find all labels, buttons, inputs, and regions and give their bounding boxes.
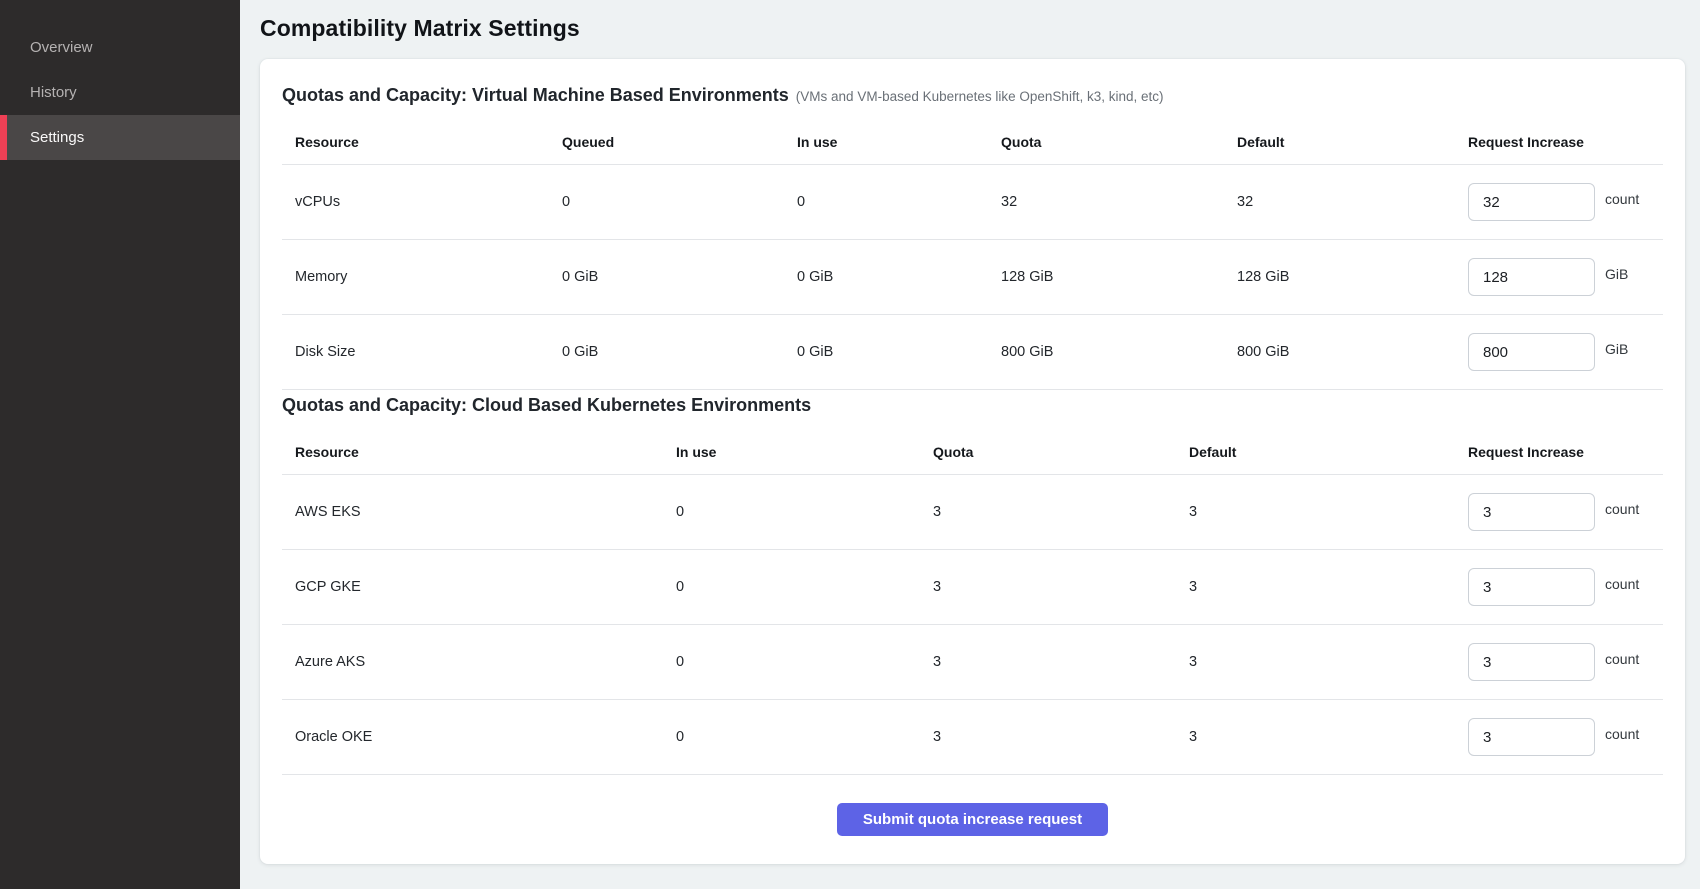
request-increase-cell: count	[1468, 183, 1663, 221]
main-content: Compatibility Matrix Settings Quotas and…	[240, 0, 1700, 889]
quota-value: 32	[1001, 194, 1237, 210]
sidebar-item-label: History	[30, 84, 77, 101]
table-row-aws-eks: AWS EKS 0 3 3 count	[282, 475, 1663, 550]
page-title: Compatibility Matrix Settings	[260, 15, 1685, 42]
column-header-in-use: In use	[676, 444, 933, 460]
default-value: 32	[1237, 194, 1468, 210]
request-increase-cell: count	[1468, 643, 1663, 681]
in-use-value: 0 GiB	[797, 344, 1001, 360]
unit-label: count	[1605, 191, 1639, 207]
column-header-queued: Queued	[562, 134, 797, 150]
default-value: 3	[1189, 504, 1468, 520]
unit-label: count	[1605, 651, 1639, 667]
resource-name: GCP GKE	[282, 579, 676, 595]
resource-name: Memory	[282, 269, 562, 285]
azure-aks-request-input[interactable]	[1468, 643, 1595, 681]
vm-section-subtitle: (VMs and VM-based Kubernetes like OpenSh…	[796, 89, 1164, 104]
submit-quota-increase-button[interactable]: Submit quota increase request	[837, 803, 1108, 836]
vm-quotas-section: Quotas and Capacity: Virtual Machine Bas…	[282, 80, 1663, 390]
quota-value: 3	[933, 729, 1189, 745]
queued-value: 0	[562, 194, 797, 210]
request-increase-cell: count	[1468, 718, 1663, 756]
column-header-quota: Quota	[933, 444, 1189, 460]
default-value: 3	[1189, 729, 1468, 745]
quota-value: 800 GiB	[1001, 344, 1237, 360]
queued-value: 0 GiB	[562, 269, 797, 285]
column-header-request-increase: Request Increase	[1468, 444, 1663, 460]
table-row-gcp-gke: GCP GKE 0 3 3 count	[282, 550, 1663, 625]
request-increase-cell: count	[1468, 493, 1663, 531]
table-row-disk-size: Disk Size 0 GiB 0 GiB 800 GiB 800 GiB Gi…	[282, 315, 1663, 390]
unit-label: count	[1605, 576, 1639, 592]
vm-table-header: Resource Queued In use Quota Default Req…	[282, 119, 1663, 165]
request-increase-cell: GiB	[1468, 258, 1663, 296]
unit-label: count	[1605, 726, 1639, 742]
aws-eks-request-input[interactable]	[1468, 493, 1595, 531]
in-use-value: 0 GiB	[797, 269, 1001, 285]
cloud-quotas-section: Quotas and Capacity: Cloud Based Kuberne…	[282, 390, 1663, 775]
sidebar: Overview History Settings	[0, 0, 240, 889]
in-use-value: 0	[797, 194, 1001, 210]
table-row-vcpus: vCPUs 0 0 32 32 count	[282, 165, 1663, 240]
in-use-value: 0	[676, 654, 933, 670]
resource-name: Azure AKS	[282, 654, 676, 670]
active-accent-bar	[0, 115, 7, 160]
memory-request-input[interactable]	[1468, 258, 1595, 296]
in-use-value: 0	[676, 504, 933, 520]
table-row-memory: Memory 0 GiB 0 GiB 128 GiB 128 GiB GiB	[282, 240, 1663, 315]
sidebar-item-overview[interactable]: Overview	[0, 25, 240, 70]
sidebar-item-history[interactable]: History	[0, 70, 240, 115]
table-row-azure-aks: Azure AKS 0 3 3 count	[282, 625, 1663, 700]
queued-value: 0 GiB	[562, 344, 797, 360]
cloud-section-heading: Quotas and Capacity: Cloud Based Kuberne…	[282, 390, 1663, 418]
vcpus-request-input[interactable]	[1468, 183, 1595, 221]
quota-value: 3	[933, 579, 1189, 595]
default-value: 3	[1189, 579, 1468, 595]
default-value: 800 GiB	[1237, 344, 1468, 360]
column-header-default: Default	[1189, 444, 1468, 460]
settings-card: Quotas and Capacity: Virtual Machine Bas…	[260, 59, 1685, 864]
quota-value: 3	[933, 504, 1189, 520]
column-header-quota: Quota	[1001, 134, 1237, 150]
vm-section-title: Quotas and Capacity: Virtual Machine Bas…	[282, 85, 789, 105]
gcp-gke-request-input[interactable]	[1468, 568, 1595, 606]
resource-name: Disk Size	[282, 344, 562, 360]
sidebar-item-settings[interactable]: Settings	[0, 115, 240, 160]
oracle-oke-request-input[interactable]	[1468, 718, 1595, 756]
in-use-value: 0	[676, 579, 933, 595]
cloud-section-title: Quotas and Capacity: Cloud Based Kuberne…	[282, 395, 811, 415]
resource-name: AWS EKS	[282, 504, 676, 520]
cloud-table-header: Resource In use Quota Default Request In…	[282, 429, 1663, 475]
request-increase-cell: GiB	[1468, 333, 1663, 371]
table-row-oracle-oke: Oracle OKE 0 3 3 count	[282, 700, 1663, 775]
quota-value: 3	[933, 654, 1189, 670]
column-header-resource: Resource	[282, 444, 676, 460]
resource-name: vCPUs	[282, 194, 562, 210]
sidebar-item-label: Settings	[30, 129, 84, 146]
column-header-default: Default	[1237, 134, 1468, 150]
default-value: 128 GiB	[1237, 269, 1468, 285]
resource-name: Oracle OKE	[282, 729, 676, 745]
default-value: 3	[1189, 654, 1468, 670]
quota-value: 128 GiB	[1001, 269, 1237, 285]
disk-size-request-input[interactable]	[1468, 333, 1595, 371]
unit-label: GiB	[1605, 341, 1628, 357]
column-header-in-use: In use	[797, 134, 1001, 150]
sidebar-item-label: Overview	[30, 39, 93, 56]
column-header-resource: Resource	[282, 134, 562, 150]
column-header-request-increase: Request Increase	[1468, 134, 1663, 150]
request-increase-cell: count	[1468, 568, 1663, 606]
vm-section-heading: Quotas and Capacity: Virtual Machine Bas…	[282, 80, 1663, 108]
unit-label: GiB	[1605, 266, 1628, 282]
submit-row: Submit quota increase request	[282, 775, 1663, 836]
in-use-value: 0	[676, 729, 933, 745]
unit-label: count	[1605, 501, 1639, 517]
